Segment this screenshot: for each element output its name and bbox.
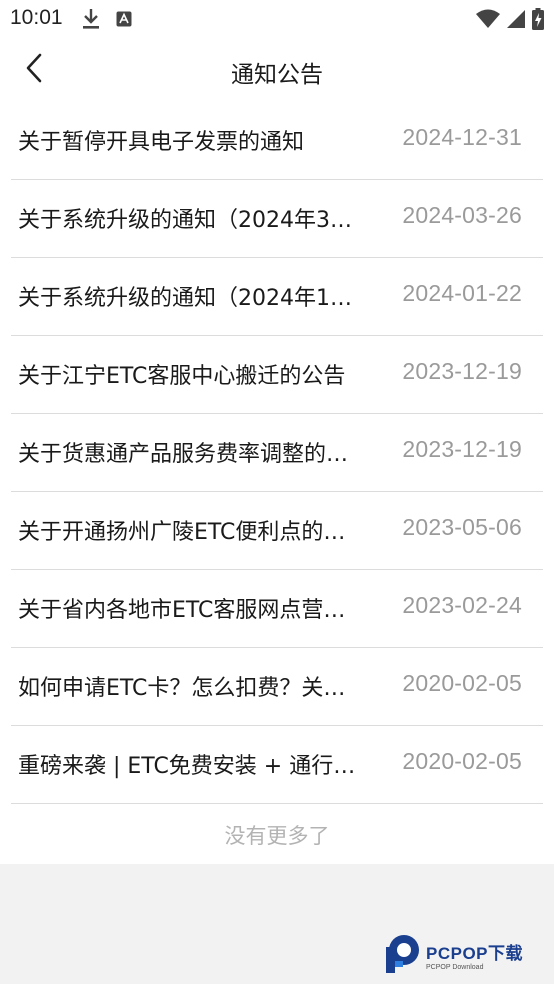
font-a-icon xyxy=(116,11,132,31)
page-title: 通知公告 xyxy=(231,62,323,88)
notice-date: 2024-12-31 xyxy=(402,124,522,150)
notice-date: 2023-02-24 xyxy=(402,592,522,618)
notice-title: 关于系统升级的通知（2024年1… xyxy=(18,286,352,311)
watermark: PCPOP下载 PCPOP Download xyxy=(384,933,523,977)
list-item[interactable]: 关于系统升级的通知（2024年3… 2024-03-26 xyxy=(11,180,543,258)
watermark-sub: PCPOP Download xyxy=(426,964,484,971)
list-item[interactable]: 如何申请ETC卡？怎么扣费？关… 2020-02-05 xyxy=(11,648,543,726)
navigation-bar: 通知公告 xyxy=(0,38,554,102)
wifi-icon xyxy=(476,9,500,33)
list-item[interactable]: 关于省内各地市ETC客服网点营… 2023-02-24 xyxy=(11,570,543,648)
notice-title: 关于货惠通产品服务费率调整的… xyxy=(18,442,349,467)
notice-date: 2020-02-05 xyxy=(402,748,522,774)
notice-title: 关于省内各地市ETC客服网点营… xyxy=(18,598,346,623)
cellular-signal-icon xyxy=(506,9,526,33)
notice-date: 2024-03-26 xyxy=(402,202,522,228)
notice-title: 关于系统升级的通知（2024年3… xyxy=(18,208,352,233)
no-more-label: 没有更多了 xyxy=(0,804,554,864)
notice-list-screen: 10:01 通知公告 关于暂停开具电子发票的通知 2024-12-31 关于系统… xyxy=(0,0,554,984)
notification-icons xyxy=(82,8,132,34)
notice-list: 关于暂停开具电子发票的通知 2024-12-31 关于系统升级的通知（2024年… xyxy=(0,102,554,804)
notice-date: 2020-02-05 xyxy=(402,670,522,696)
list-item[interactable]: 关于江宁ETC客服中心搬迁的公告 2023-12-19 xyxy=(11,336,543,414)
list-item[interactable]: 关于系统升级的通知（2024年1… 2024-01-22 xyxy=(11,258,543,336)
notice-title: 关于开通扬州广陵ETC便利点的… xyxy=(18,520,346,545)
notice-date: 2023-12-19 xyxy=(402,436,522,462)
pcpop-logo-icon xyxy=(384,933,420,977)
list-item[interactable]: 关于货惠通产品服务费率调整的… 2023-12-19 xyxy=(11,414,543,492)
list-item[interactable]: 关于暂停开具电子发票的通知 2024-12-31 xyxy=(11,102,543,180)
watermark-name: PCPOP下载 xyxy=(426,944,524,963)
list-item[interactable]: 关于开通扬州广陵ETC便利点的… 2023-05-06 xyxy=(11,492,543,570)
watermark-text: PCPOP下载 PCPOP Download xyxy=(426,939,523,971)
notice-title: 关于暂停开具电子发票的通知 xyxy=(18,130,305,155)
status-time: 10:01 xyxy=(10,6,63,29)
notice-date: 2024-01-22 xyxy=(402,280,522,306)
notice-date: 2023-12-19 xyxy=(402,358,522,384)
battery-charging-icon xyxy=(532,8,544,34)
notice-title: 关于江宁ETC客服中心搬迁的公告 xyxy=(18,364,346,389)
download-icon xyxy=(82,8,100,34)
notice-title: 重磅来袭 | ETC免费安装 + 通行… xyxy=(18,754,356,779)
notice-date: 2023-05-06 xyxy=(402,514,522,540)
list-item[interactable]: 重磅来袭 | ETC免费安装 + 通行… 2020-02-05 xyxy=(11,726,543,804)
status-bar: 10:01 xyxy=(0,0,554,38)
system-status-icons xyxy=(476,8,544,34)
notice-title: 如何申请ETC卡？怎么扣费？关… xyxy=(18,676,346,701)
